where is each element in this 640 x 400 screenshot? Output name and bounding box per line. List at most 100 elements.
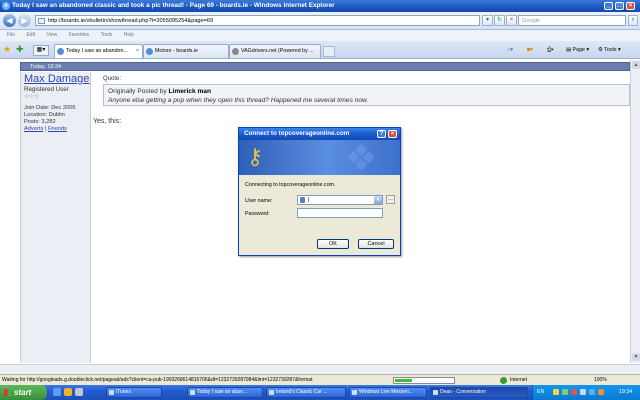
tray-icon[interactable] <box>589 389 595 395</box>
ie-icon <box>190 390 195 395</box>
home-icon[interactable]: ⌂▾ <box>507 45 513 56</box>
quick-tabs-icon[interactable]: ▦▾ <box>33 45 49 56</box>
url-dropdown-button[interactable]: ▾ <box>482 15 493 26</box>
menu-file[interactable]: File <box>7 32 15 38</box>
username-label: User name: <box>245 198 273 204</box>
browse-button[interactable]: … <box>386 195 395 204</box>
ie-quicklaunch-icon[interactable] <box>53 388 61 396</box>
post-count: Posts: 3,282 <box>24 119 56 125</box>
start-button[interactable]: start <box>0 385 47 400</box>
progress-bar <box>393 377 455 384</box>
tray-icon[interactable] <box>580 389 586 395</box>
taskbar-irelands-classic-car[interactable]: Ireland's Classic Car ... <box>266 387 346 398</box>
post-body: Yes, this: <box>93 118 122 125</box>
menu-bar: File Edit View Favorites Tools Help <box>0 30 640 41</box>
new-tab-button[interactable] <box>323 46 335 57</box>
horizontal-scrollbar[interactable] <box>0 364 640 374</box>
quote-prefix: Originally Posted by <box>108 88 169 95</box>
windows-logo-icon: ❖ <box>344 140 379 175</box>
quote-box: Originally Posted by Limerick man Anyone… <box>103 84 630 106</box>
url-field[interactable]: http://boards.ie/vbulletin/showthread.ph… <box>35 15 480 26</box>
dialog-help-button[interactable]: ? <box>377 130 386 138</box>
tray-icon[interactable] <box>598 389 604 395</box>
tools-menu[interactable]: ⚙ Tools ▾ <box>598 45 621 56</box>
back-button[interactable]: ◀ <box>3 14 16 27</box>
adverts-link[interactable]: Adverts <box>24 126 43 132</box>
forward-button[interactable]: ▶ <box>18 14 31 27</box>
username-link[interactable]: Max Damage <box>24 73 89 85</box>
folder-quicklaunch-icon[interactable] <box>64 388 72 396</box>
window-titlebar: e Today I saw an abandoned classic and t… <box>0 0 640 12</box>
close-tab-icon[interactable]: × <box>136 45 139 58</box>
connecting-text: Connecting to topcoverageonline.com. <box>245 182 336 188</box>
status-bar: Waiting for http://googleads.g.doublecli… <box>0 374 640 385</box>
dialog-title: Connect to topcoverageonline.com <box>244 130 350 137</box>
dialog-close-button[interactable]: × <box>388 130 397 138</box>
clock[interactable]: 19:34 <box>619 385 632 400</box>
address-toolbar: ◀ ▶ http://boards.ie/vbulletin/showthrea… <box>0 12 640 30</box>
menu-tools[interactable]: Tools <box>101 32 113 38</box>
password-field[interactable] <box>297 208 383 218</box>
vertical-scrollbar[interactable]: ▲ ▼ <box>630 60 640 363</box>
user-links: Adverts | Friends <box>24 126 67 133</box>
menu-favorites[interactable]: Favorites <box>69 32 90 38</box>
taskbar-dean-conversation[interactable]: Dean - Conversation <box>430 387 528 398</box>
taskbar-today-i-saw[interactable]: Today I saw an aban... <box>187 387 263 398</box>
internet-zone-icon <box>500 377 507 384</box>
join-date: Join Date: Dec 2005 <box>24 105 76 111</box>
page-icon <box>38 18 45 24</box>
menu-edit[interactable]: Edit <box>26 32 35 38</box>
windows-flag-icon <box>4 389 11 396</box>
username-value: | <box>308 197 310 203</box>
tab-favicon-icon <box>146 48 153 55</box>
tray-icon[interactable] <box>562 389 568 395</box>
taskbar-itunes[interactable]: iTunes <box>106 387 162 398</box>
desktop-quicklaunch-icon[interactable] <box>75 388 83 396</box>
cancel-button[interactable]: Cancel <box>358 239 394 249</box>
scroll-down-icon[interactable]: ▼ <box>632 353 640 361</box>
print-icon[interactable]: ⎙▾ <box>547 45 553 56</box>
tray-icon[interactable] <box>553 389 559 395</box>
taskbar-windows-live-messenger[interactable]: Windows Live Messen... <box>349 387 427 398</box>
menu-view[interactable]: View <box>46 32 57 38</box>
user-icon <box>300 197 305 203</box>
tab-favicon-icon <box>57 48 64 55</box>
post-date: Today, 19:34 <box>30 64 62 70</box>
messenger-icon <box>352 390 357 395</box>
maximize-button[interactable]: □ <box>615 2 624 10</box>
user-rank-stars-icon: ☆☆☆ <box>24 94 39 100</box>
page-menu[interactable]: ▤ Page ▾ <box>566 45 589 56</box>
password-label: Password: <box>245 211 270 217</box>
ok-button[interactable]: OK <box>317 239 349 249</box>
tab-bar: ★ ✚ ▦▾ Today I saw an abandon... × Motor… <box>0 41 640 59</box>
search-input[interactable]: Google <box>518 15 626 26</box>
add-favorites-icon[interactable]: ✚ <box>16 44 24 55</box>
friends-link[interactable]: Friends <box>48 126 67 132</box>
scroll-up-icon[interactable]: ▲ <box>632 61 640 69</box>
stop-icon[interactable]: × <box>506 15 517 26</box>
quote-text: Anyone else getting a pop when they open… <box>108 97 369 104</box>
close-window-button[interactable]: × <box>626 2 635 10</box>
search-icon[interactable]: ⌕ <box>628 15 638 26</box>
minimize-button[interactable]: _ <box>604 2 613 10</box>
menu-help[interactable]: Help <box>124 32 134 38</box>
itunes-icon <box>109 390 114 395</box>
feeds-icon[interactable]: ◙▾ <box>527 45 533 56</box>
dialog-banner: ⚷ ❖ <box>239 140 400 175</box>
user-details: Join Date: Dec 2005 Location: Dublin Pos… <box>24 105 76 126</box>
favorites-star-icon[interactable]: ★ <box>3 44 11 55</box>
username-dropdown-icon[interactable]: ▾ <box>374 196 382 204</box>
language-indicator[interactable]: EN <box>537 389 544 395</box>
tab-today-i-saw[interactable]: Today I saw an abandon... × <box>54 44 143 58</box>
system-tray: EN 19:34 <box>532 385 640 400</box>
dialog-titlebar: Connect to topcoverageonline.com ? × <box>239 128 400 140</box>
location: Location: Dublin <box>24 112 65 118</box>
user-title: Registered User <box>24 86 69 93</box>
username-field[interactable]: | ▾ <box>297 195 383 205</box>
refresh-icon[interactable]: ↻ <box>494 15 505 26</box>
keys-icon: ⚷ <box>247 144 264 169</box>
tab-vagdrivers[interactable]: VAGdrivers.net (Powered by ... <box>229 44 321 58</box>
tab-motoro[interactable]: Motoro - boards.ie <box>143 44 229 58</box>
quote-author: Limerick man <box>168 88 211 95</box>
tray-icon[interactable] <box>571 389 577 395</box>
